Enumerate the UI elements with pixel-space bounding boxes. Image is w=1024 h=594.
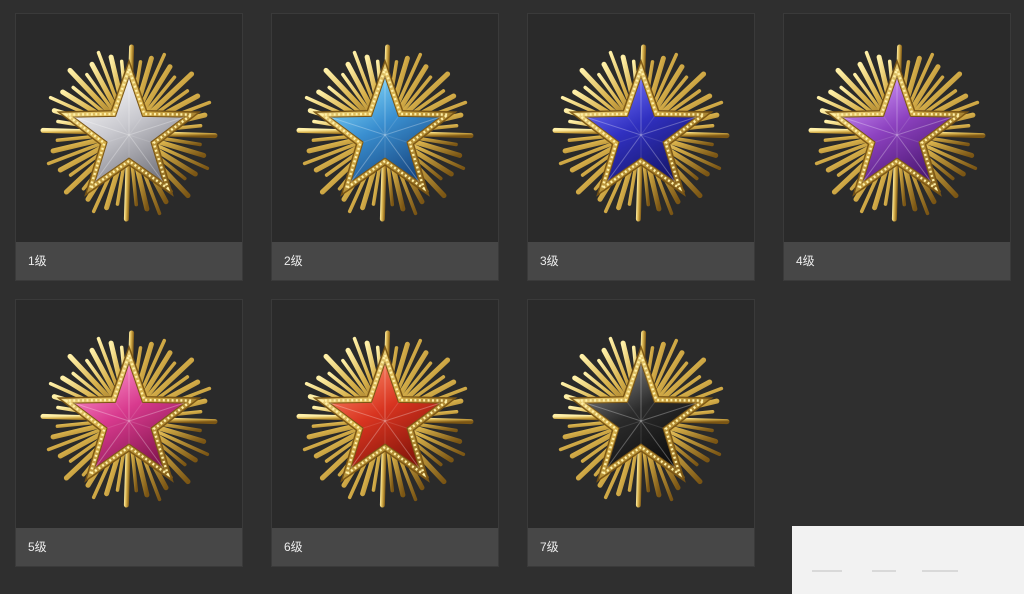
- medal-label-bar: 7级: [528, 528, 754, 566]
- medal-card[interactable]: 2级: [271, 13, 499, 281]
- corner-strip: [792, 526, 1024, 594]
- medal-label: 1级: [28, 254, 47, 268]
- medal-image: [784, 14, 1010, 242]
- medal-label-bar: 6级: [272, 528, 498, 566]
- medal-label-bar: 4级: [784, 242, 1010, 280]
- medal-icon: [552, 44, 730, 222]
- medal-label: 6级: [284, 540, 303, 554]
- medal-icon: [552, 330, 730, 508]
- medal-label: 7级: [540, 540, 559, 554]
- medal-icon: [296, 330, 474, 508]
- medal-label-bar: 5级: [16, 528, 242, 566]
- medal-image: [16, 14, 242, 242]
- medal-label: 5级: [28, 540, 47, 554]
- medal-image: [16, 300, 242, 528]
- medal-card[interactable]: 3级: [527, 13, 755, 281]
- medal-card[interactable]: 1级: [15, 13, 243, 281]
- medal-image: [528, 14, 754, 242]
- medal-image: [528, 300, 754, 528]
- medal-label: 4级: [796, 254, 815, 268]
- medal-card[interactable]: 4级: [783, 13, 1011, 281]
- medal-image: [272, 300, 498, 528]
- medal-card[interactable]: 6级: [271, 299, 499, 567]
- medal-card[interactable]: 5级: [15, 299, 243, 567]
- medal-label-bar: 2级: [272, 242, 498, 280]
- medal-icon: [296, 44, 474, 222]
- medal-label: 3级: [540, 254, 559, 268]
- medal-label-bar: 1级: [16, 242, 242, 280]
- medal-image: [272, 14, 498, 242]
- medal-label: 2级: [284, 254, 303, 268]
- medal-grid: 1级 2级 3级 4级 5级 6级 7级: [0, 0, 1024, 594]
- medal-icon: [40, 330, 218, 508]
- medal-icon: [40, 44, 218, 222]
- medal-card[interactable]: 7级: [527, 299, 755, 567]
- medal-icon: [808, 44, 986, 222]
- medal-label-bar: 3级: [528, 242, 754, 280]
